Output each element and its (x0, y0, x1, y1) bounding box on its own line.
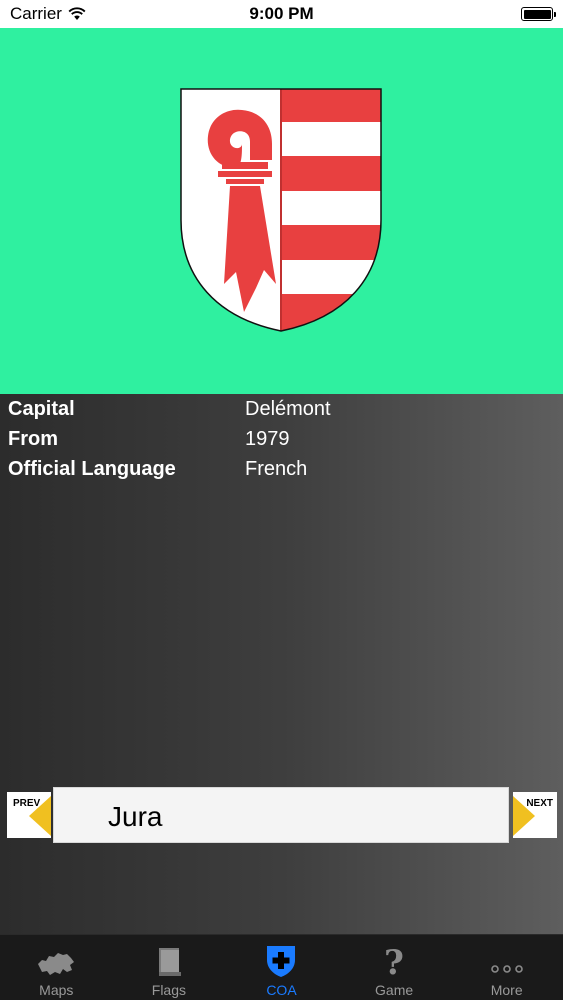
coat-of-arms-panel (0, 28, 563, 394)
info-label: Capital (8, 398, 75, 420)
tab-coa[interactable]: COA (225, 935, 338, 1000)
info-label: Official Language (8, 458, 176, 480)
tab-label: Flags (151, 982, 186, 998)
info-row-capital: Capital Delémont (0, 394, 563, 424)
swiss-shield-icon (267, 946, 296, 977)
canton-name-box: Jura (53, 787, 509, 843)
status-left: Carrier (10, 4, 86, 24)
info-row-from: From 1979 (0, 424, 563, 454)
canton-name: Jura (108, 801, 163, 832)
jura-coat-of-arms-icon (180, 88, 382, 332)
tab-maps[interactable]: Maps (0, 935, 113, 1000)
info-value: 1979 (245, 428, 290, 450)
canton-info-panel: Capital Delémont From 1979 Official Lang… (0, 394, 563, 934)
wifi-icon (68, 7, 86, 20)
tab-label: Game (375, 982, 414, 998)
battery-icon (521, 7, 556, 21)
carrier-label: Carrier (10, 4, 62, 23)
info-row-language: Official Language French (0, 454, 563, 484)
tab-bar: Maps Flags COA ? Game More (0, 934, 563, 1000)
arrow-left-icon (29, 796, 51, 836)
status-bar: Carrier 9:00 PM (0, 0, 563, 28)
switzerland-map-icon (38, 953, 75, 975)
prev-button[interactable]: PREV (7, 792, 51, 838)
tab-label: More (490, 982, 523, 998)
info-value: French (245, 458, 308, 480)
question-mark-icon: ? (384, 944, 404, 978)
tab-more[interactable]: More (450, 935, 563, 1000)
tab-flags[interactable]: Flags (113, 935, 226, 1000)
flag-book-icon (158, 948, 181, 976)
arrow-right-icon (513, 796, 535, 836)
next-button[interactable]: NEXT (513, 792, 557, 838)
tab-label: COA (266, 982, 297, 998)
svg-text:?: ? (384, 944, 404, 978)
info-value: Delémont (245, 398, 331, 420)
more-dots-icon (490, 965, 523, 973)
tab-game[interactable]: ? Game (338, 935, 451, 1000)
tab-label: Maps (39, 982, 74, 998)
info-label: From (8, 428, 58, 450)
